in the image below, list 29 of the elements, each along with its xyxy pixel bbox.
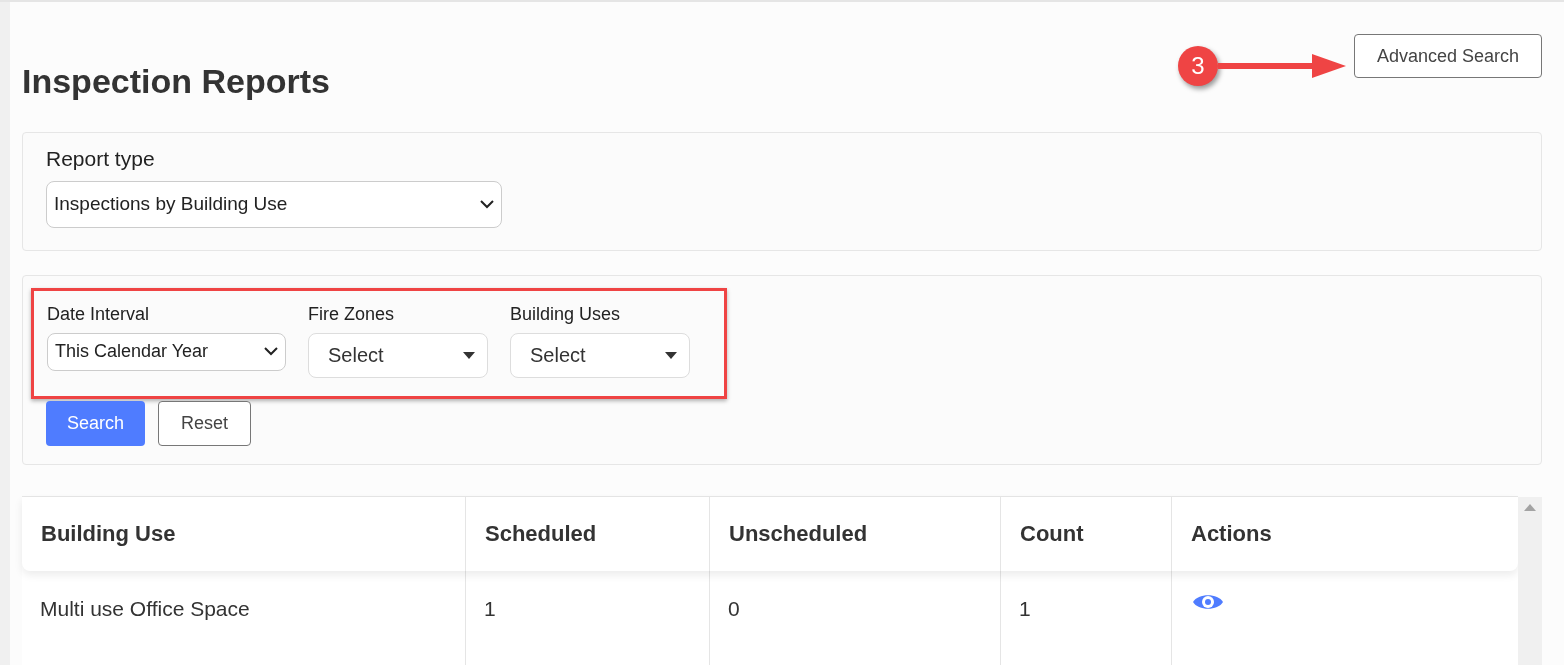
column-header: Actions (1171, 496, 1516, 571)
column-header: Count (1000, 496, 1171, 571)
chevron-down-icon (264, 347, 278, 356)
table-cell-text: Multi use Office Space (39, 595, 251, 622)
search-button[interactable]: Search (46, 400, 146, 446)
column-header: Building Use (40, 520, 177, 548)
field-label: Date Interval (47, 302, 151, 326)
table-cell: 1 (465, 570, 709, 665)
report-type-select[interactable]: Inspections by Building Use (46, 180, 502, 228)
multiselect-dropdown[interactable]: Select (510, 332, 690, 378)
table-cell: 0 (709, 570, 1000, 665)
table-cell: 1 (1000, 570, 1171, 665)
advanced-search-button[interactable]: Advanced Search (1353, 34, 1542, 78)
field-label: Report type (46, 146, 156, 172)
scrollbar[interactable] (1518, 496, 1542, 665)
reset-button[interactable]: Reset (158, 400, 252, 446)
scroll-up-icon[interactable] (1524, 502, 1536, 511)
chevron-down-icon (480, 199, 494, 209)
step-number-badge: 3 (1178, 46, 1218, 86)
multiselect-dropdown[interactable]: Select (308, 332, 488, 378)
page-title: Inspection Reports (22, 61, 330, 102)
dropdown-select[interactable]: This Calendar Year (47, 332, 286, 371)
field-label: Fire Zones (308, 302, 396, 326)
caret-down-icon (665, 351, 677, 359)
field-label: Building Uses (510, 302, 622, 326)
column-header: Scheduled (465, 496, 709, 571)
column-header: Unscheduled (709, 496, 1000, 571)
arrow-icon (1218, 52, 1346, 80)
caret-down-icon (463, 351, 475, 359)
